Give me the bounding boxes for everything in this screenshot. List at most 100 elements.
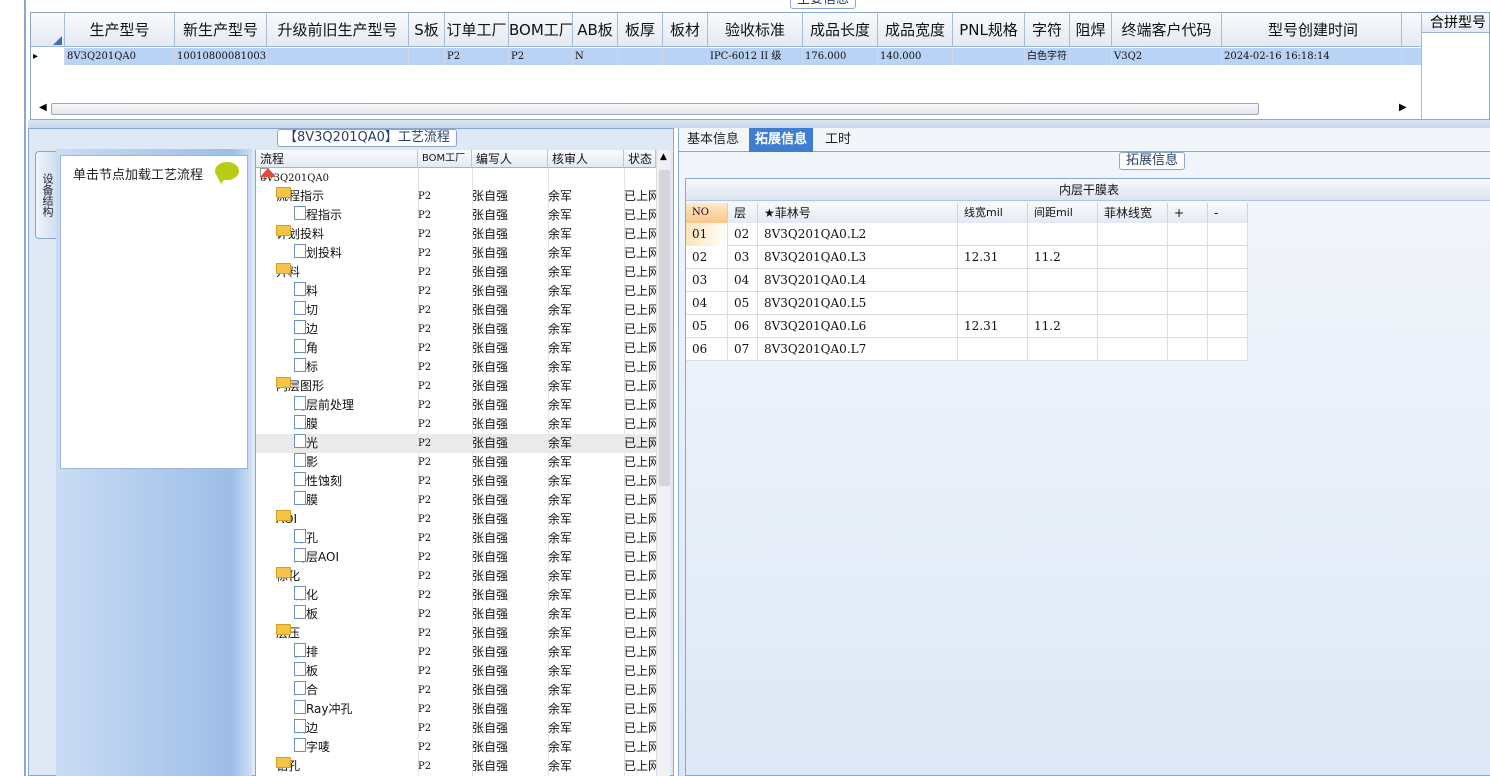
table-cell[interactable] bbox=[1168, 223, 1208, 246]
table-cell[interactable]: 05 bbox=[686, 315, 728, 338]
grid-column-header[interactable]: 阻焊 bbox=[1070, 13, 1112, 47]
tab-2[interactable]: 工时 bbox=[819, 128, 857, 152]
grid-cell[interactable]: 2024-02-16 16:18:14 bbox=[1222, 48, 1402, 65]
table-cell[interactable] bbox=[1028, 223, 1098, 246]
tree-row[interactable]: 贴膜 P2 张自强 余军 已上网 bbox=[256, 415, 660, 434]
table-cell[interactable]: 05 bbox=[728, 292, 758, 315]
tree-row[interactable]: 排板 P2 张自强 余军 已上网 bbox=[256, 662, 660, 681]
table-cell[interactable]: 8V3Q201QA0.L5 bbox=[758, 292, 958, 315]
tree-node[interactable]: 棕化 bbox=[294, 586, 318, 605]
grid-horizontal-scrollbar[interactable]: ◀ ▶ bbox=[37, 101, 1409, 117]
table-cell[interactable] bbox=[1208, 338, 1248, 361]
grid-column-header[interactable]: 成品长度 bbox=[803, 13, 878, 47]
tree-row[interactable]: −层压 P2 张自强 余军 已上网 bbox=[256, 624, 660, 643]
tree-row[interactable]: X-Ray冲孔 P2 张自强 余军 已上网 bbox=[256, 700, 660, 719]
table-cell[interactable]: 02 bbox=[686, 246, 728, 269]
film-column-header[interactable]: 层 bbox=[728, 203, 758, 223]
table-cell[interactable]: 8V3Q201QA0.L7 bbox=[758, 338, 958, 361]
grid-cell[interactable] bbox=[953, 48, 1025, 65]
tab-0[interactable]: 基本信息 bbox=[681, 128, 745, 152]
film-column-header[interactable]: NO bbox=[686, 203, 728, 223]
grid-column-header[interactable]: 型号创建时间 bbox=[1222, 13, 1402, 47]
table-cell[interactable] bbox=[1028, 269, 1098, 292]
tree-row[interactable]: 棕化 P2 张自强 余军 已上网 bbox=[256, 586, 660, 605]
grid-cell[interactable] bbox=[1070, 48, 1112, 65]
film-column-header[interactable]: 菲林线宽 bbox=[1098, 203, 1168, 223]
tree-row[interactable]: 冲孔 P2 张自强 余军 已上网 bbox=[256, 529, 660, 548]
tree-row[interactable]: 酸性蚀刻 P2 张自强 余军 已上网 bbox=[256, 472, 660, 491]
table-cell[interactable]: 06 bbox=[686, 338, 728, 361]
grid-cell[interactable] bbox=[618, 48, 663, 65]
tree-node[interactable]: 裁切 bbox=[294, 301, 318, 320]
tree-column-header[interactable]: BOM工厂 bbox=[418, 150, 472, 168]
tree-row[interactable]: 内层AOI P2 张自强 余军 已上网 bbox=[256, 548, 660, 567]
grid-column-header[interactable]: 升级前旧生产型号 bbox=[267, 13, 409, 47]
tree-row[interactable]: 打标 P2 张自强 余军 已上网 bbox=[256, 358, 660, 377]
tree-node[interactable]: 排板 bbox=[294, 662, 318, 681]
grid-cell[interactable]: 140.000 bbox=[878, 48, 953, 65]
tree-row[interactable]: 计划投料 P2 张自强 余军 已上网 bbox=[256, 244, 660, 263]
grid-column-header[interactable]: S板 bbox=[409, 13, 445, 47]
tree-node[interactable]: 内层AOI bbox=[294, 548, 339, 567]
tree-vertical-scrollbar[interactable]: ▲ bbox=[656, 150, 670, 776]
table-row[interactable]: 04 05 8V3Q201QA0.L5 bbox=[686, 292, 1248, 315]
tree-column-header[interactable]: 流程 bbox=[256, 150, 418, 168]
scroll-up-icon[interactable]: ▲ bbox=[660, 152, 667, 162]
grid-cell[interactable]: 176.000 bbox=[803, 48, 878, 65]
film-column-header[interactable]: - bbox=[1208, 203, 1248, 223]
table-row[interactable]: 02 03 8V3Q201QA0.L3 12.31 11.2 bbox=[686, 246, 1248, 269]
table-cell[interactable]: 02 bbox=[728, 223, 758, 246]
process-tree[interactable]: 流程BOM工厂编写人核审人状态 −8V3Q201QA0−流程指示P2张自强余军已… bbox=[255, 150, 670, 776]
tree-body[interactable]: −8V3Q201QA0−流程指示P2张自强余军已上网流程指示P2张自强余军已上网… bbox=[256, 168, 660, 776]
table-cell[interactable]: 06 bbox=[728, 315, 758, 338]
tree-node[interactable]: −计划投料 bbox=[276, 225, 324, 244]
tab-1[interactable]: 拓展信息 bbox=[749, 128, 814, 152]
table-cell[interactable]: 04 bbox=[686, 292, 728, 315]
tree-row[interactable]: 裁切 P2 张自强 余军 已上网 bbox=[256, 301, 660, 320]
grid-cell[interactable] bbox=[409, 48, 445, 65]
scroll-right-icon[interactable]: ▶ bbox=[1399, 102, 1407, 113]
grid-cell[interactable]: V3Q2 bbox=[1112, 48, 1222, 65]
table-cell[interactable] bbox=[1098, 315, 1168, 338]
table-cell[interactable] bbox=[1098, 292, 1168, 315]
grid-column-header[interactable]: 板厚 bbox=[618, 13, 663, 47]
table-cell[interactable] bbox=[1098, 223, 1168, 246]
tree-row[interactable]: 预排 P2 张自强 余军 已上网 bbox=[256, 643, 660, 662]
tree-node[interactable]: −棕化 bbox=[276, 567, 300, 586]
grid-column-header[interactable]: BOM工厂 bbox=[509, 13, 573, 47]
tree-row[interactable]: 铣边 P2 张自强 余军 已上网 bbox=[256, 719, 660, 738]
scrollbar-thumb[interactable] bbox=[659, 170, 670, 486]
tree-row[interactable]: −流程指示 P2 张自强 余军 已上网 bbox=[256, 187, 660, 206]
table-cell[interactable] bbox=[1208, 246, 1248, 269]
tree-node[interactable]: 打字唛 bbox=[294, 738, 330, 757]
table-cell[interactable]: 11.2 bbox=[1028, 315, 1098, 338]
table-cell[interactable] bbox=[1168, 315, 1208, 338]
tree-row[interactable]: −内层图形 P2 张自强 余军 已上网 bbox=[256, 377, 660, 396]
tree-column-header[interactable]: 状态 bbox=[624, 150, 656, 168]
merge-column-header[interactable]: 合拼型号 bbox=[1421, 13, 1489, 33]
table-row[interactable]: 05 06 8V3Q201QA0.L6 12.31 11.2 bbox=[686, 315, 1248, 338]
tree-row[interactable]: 曝光 P2 张自强 余军 已上网 bbox=[256, 434, 660, 453]
grid-cell[interactable] bbox=[663, 48, 708, 65]
table-cell[interactable]: 8V3Q201QA0.L6 bbox=[758, 315, 958, 338]
tree-node[interactable]: 铣边 bbox=[294, 719, 318, 738]
tree-node[interactable]: 压合 bbox=[294, 681, 318, 700]
grid-column-header[interactable]: 新生产型号 bbox=[175, 13, 267, 47]
table-cell[interactable] bbox=[1098, 269, 1168, 292]
tree-row[interactable]: 磨边 P2 张自强 余军 已上网 bbox=[256, 320, 660, 339]
tree-row[interactable]: 压合 P2 张自强 余军 已上网 bbox=[256, 681, 660, 700]
tree-row[interactable]: 退膜 P2 张自强 余军 已上网 bbox=[256, 491, 660, 510]
grid-column-header[interactable]: 订单工厂 bbox=[445, 13, 509, 47]
tree-row[interactable]: 打字唛 P2 张自强 余军 已上网 bbox=[256, 738, 660, 757]
table-cell[interactable]: 07 bbox=[728, 338, 758, 361]
film-grid[interactable]: NO 层 ★菲林号 线宽mil 间距mil 菲林线宽 + -01 02 8V3Q201QA0.L2… bbox=[686, 179, 1490, 776]
horizontal-splitter[interactable] bbox=[28, 120, 1490, 128]
tree-node[interactable]: 退膜 bbox=[294, 491, 318, 510]
table-cell[interactable]: 01 bbox=[686, 223, 728, 246]
table-cell[interactable]: 03 bbox=[728, 246, 758, 269]
tree-column-header[interactable]: 编写人 bbox=[472, 150, 548, 168]
grid-column-header[interactable]: 终端客户代码 bbox=[1112, 13, 1222, 47]
grid-column-header[interactable]: 生产型号 bbox=[65, 13, 175, 47]
table-cell[interactable]: 11.2 bbox=[1028, 246, 1098, 269]
tree-node[interactable]: −钻孔 bbox=[276, 757, 300, 776]
